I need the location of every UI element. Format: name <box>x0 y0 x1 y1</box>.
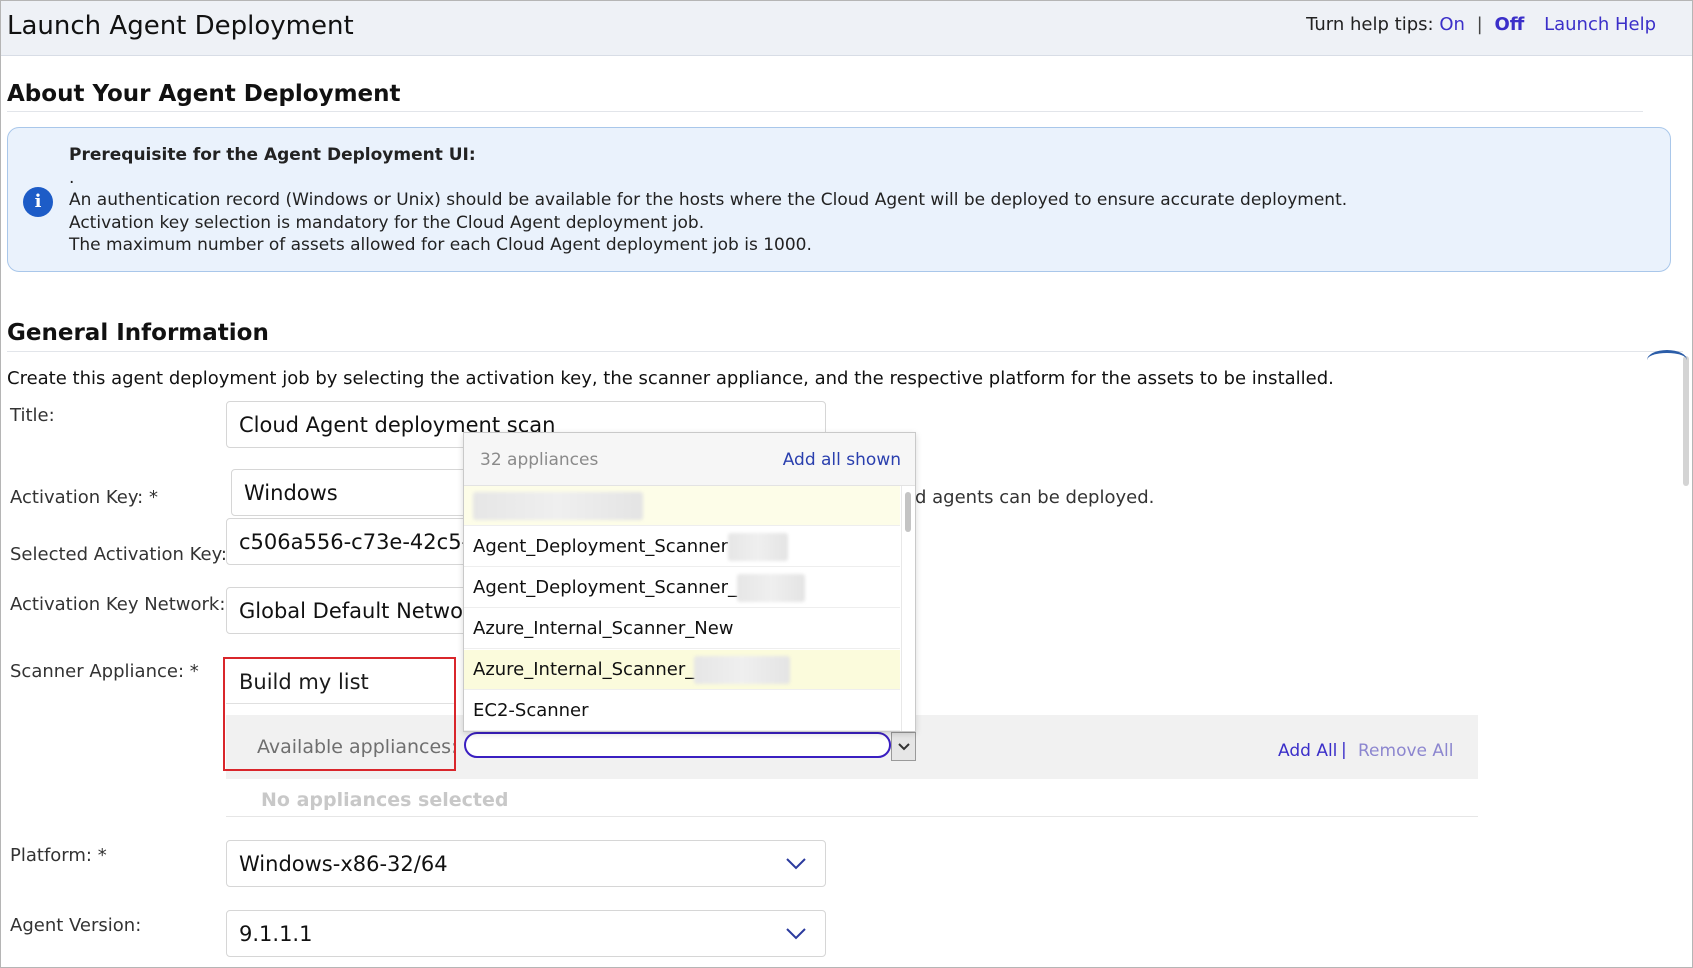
add-all-shown-link[interactable]: Add all shown <box>783 450 901 470</box>
add-remove-separator: | <box>1341 740 1347 760</box>
highlight-box <box>223 657 456 771</box>
help-tips-on-link[interactable]: On <box>1439 14 1465 35</box>
list-item[interactable]: Agent_Deployment_Scanner <box>464 527 900 567</box>
activation-key-hint: d agents can be deployed. <box>915 487 1155 508</box>
redacted-suffix <box>694 655 791 684</box>
help-tips-label: Turn help tips: <box>1306 14 1434 35</box>
appliance-list: Agent_Deployment_Scanner Agent_Deploymen… <box>464 486 900 731</box>
general-section-title: General Information <box>7 320 269 346</box>
no-appliances-text: No appliances selected <box>261 789 509 811</box>
selected-key-label: Selected Activation Key: <box>10 544 227 565</box>
redacted-suffix <box>728 532 789 561</box>
chevron-down-icon <box>786 927 806 939</box>
help-tips-off-link[interactable]: Off <box>1494 14 1524 35</box>
title-label: Title: <box>10 405 55 426</box>
list-item[interactable]: EC2-Scanner <box>464 691 900 731</box>
appliance-count: 32 appliances <box>480 450 599 470</box>
appliance-search-input[interactable] <box>464 732 891 758</box>
chevron-down-icon <box>786 857 806 869</box>
scanner-appliance-label: Scanner Appliance: * <box>10 661 199 682</box>
add-all-link[interactable]: Add All <box>1278 741 1337 761</box>
platform-label: Platform: * <box>10 845 107 866</box>
key-network-label: Activation Key Network: <box>10 594 226 615</box>
edge-decoration <box>1647 350 1687 370</box>
app-window: Launch Agent Deployment Turn help tips: … <box>0 0 1693 968</box>
agent-version-value: 9.1.1.1 <box>239 921 313 946</box>
info-line-3: The maximum number of assets allowed for… <box>69 235 812 255</box>
info-line-1: An authentication record (Windows or Uni… <box>69 190 1348 210</box>
list-item[interactable]: Azure_Internal_Scanner_ <box>464 650 900 690</box>
combo-arrow-icon[interactable] <box>891 732 916 761</box>
redacted-suffix <box>737 573 806 602</box>
about-divider <box>7 111 1643 112</box>
help-tips-separator: | <box>1476 14 1483 35</box>
activation-key-label: Activation Key: * <box>10 487 158 508</box>
dropdown-header: 32 appliances Add all shown <box>464 433 915 486</box>
info-dot: . <box>69 167 75 188</box>
prerequisite-info-box: i Prerequisite for the Agent Deployment … <box>7 127 1671 272</box>
appliance-dropdown: 32 appliances Add all shown Agent_Deploy… <box>463 432 916 732</box>
platform-select[interactable]: Windows-x86-32/64 <box>226 840 826 887</box>
appliances-divider <box>226 816 1478 817</box>
redacted-name <box>473 491 643 520</box>
agent-version-select[interactable]: 9.1.1.1 <box>226 910 826 957</box>
dropdown-scrollbar-thumb[interactable] <box>905 492 911 532</box>
page-header: Launch Agent Deployment Turn help tips: … <box>1 1 1692 56</box>
general-divider <box>7 351 1683 352</box>
launch-help-link[interactable]: Launch Help <box>1544 14 1656 35</box>
page-title: Launch Agent Deployment <box>7 11 354 41</box>
general-description: Create this agent deployment job by sele… <box>7 368 1334 389</box>
remove-all-link[interactable]: Remove All <box>1358 741 1453 761</box>
info-icon: i <box>23 187 53 217</box>
list-item[interactable] <box>464 486 900 526</box>
about-section-title: About Your Agent Deployment <box>7 81 401 107</box>
list-item[interactable]: Agent_Deployment_Scanner_ <box>464 568 900 608</box>
info-text: Prerequisite for the Agent Deployment UI… <box>69 144 1347 257</box>
page-scrollbar[interactable] <box>1683 356 1689 486</box>
list-item[interactable]: Azure_Internal_Scanner_New <box>464 609 900 649</box>
info-line-2: Activation key selection is mandatory fo… <box>69 212 705 233</box>
help-bar: Turn help tips: On | Off Launch Help <box>1306 14 1656 35</box>
platform-value: Windows-x86-32/64 <box>239 851 448 876</box>
info-heading: Prerequisite for the Agent Deployment UI… <box>69 145 476 165</box>
agent-version-label: Agent Version: <box>10 915 142 936</box>
